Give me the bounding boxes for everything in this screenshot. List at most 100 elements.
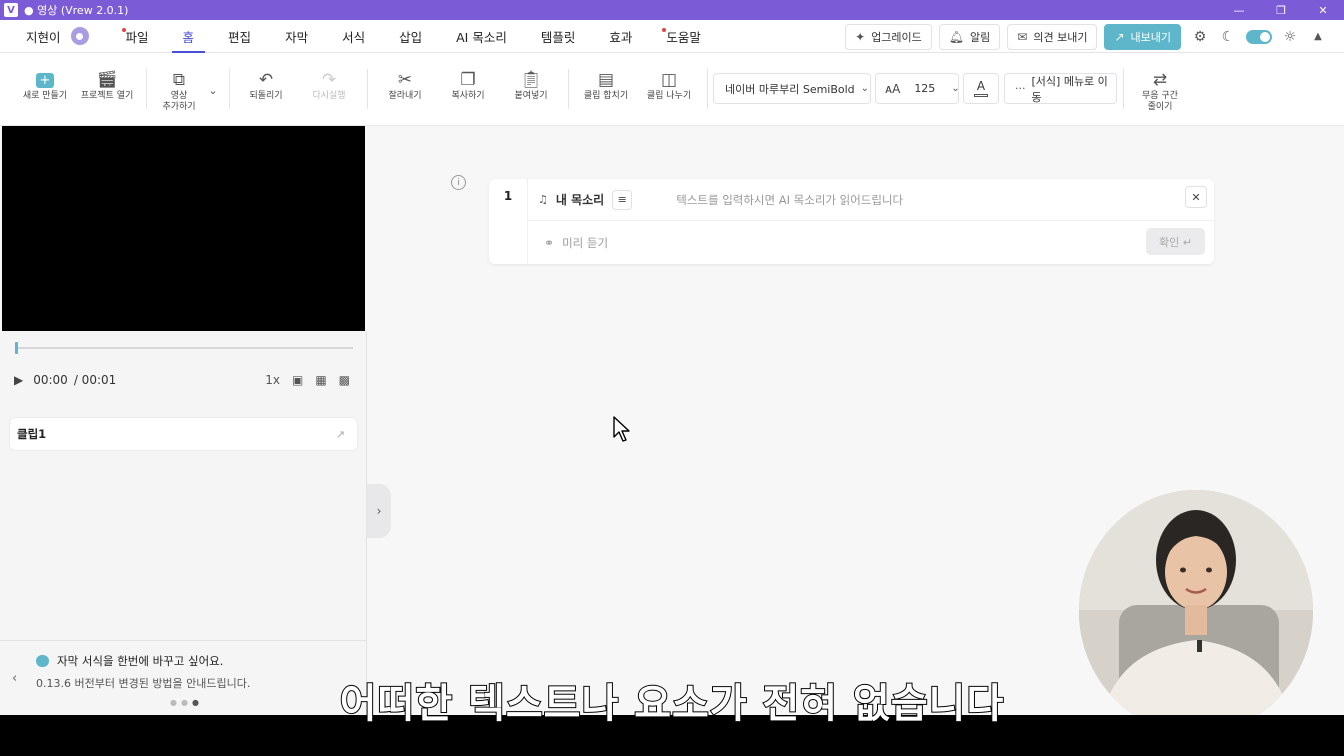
chevron-left-icon[interactable]: ‹ (12, 671, 17, 686)
voice-speaker-icon: ♫ (538, 193, 548, 206)
format-menu-label: [서식] 메뉴로 이동 (1031, 74, 1108, 104)
chat-bubble-icon (36, 655, 49, 667)
mouse-cursor-icon (613, 416, 630, 442)
export-icon: ↗ (1114, 29, 1125, 44)
toolbar-divider (367, 69, 368, 109)
menu-template[interactable]: 템플릿 (524, 20, 593, 53)
voice-settings-icon[interactable]: ≡ (612, 189, 633, 210)
chevron-down-icon: ⌄ (860, 83, 870, 94)
menu-effects[interactable]: 효과 (592, 20, 649, 53)
preview-label: 미리 듣기 (562, 235, 609, 250)
current-time: 00:00 (33, 373, 68, 387)
window-title-bar: V ● 영상 (Vrew 2.0.1) — ❐ ✕ (0, 0, 1344, 20)
tip-title: 자막 서식을 한번에 바꾸고 싶어요. (57, 654, 224, 668)
voice-text-input[interactable]: 텍스트를 입력하시면 AI 목소리가 읽어드립니다 (676, 192, 903, 208)
chevron-down-icon: ⌄ (951, 83, 960, 94)
total-time: / 00:01 (73, 373, 117, 387)
format-menu-button[interactable]: ··· [서식] 메뉴로 이동 (1004, 73, 1117, 104)
ai-voice-clip-card: 1 ♫ 내 목소리 ≡ 텍스트를 입력하시면 AI 목소리가 읽어드립니다 ✕ … (489, 179, 1214, 264)
open-external-icon[interactable]: ↗ (336, 428, 345, 441)
collapse-ribbon-icon[interactable]: ▲ (1306, 25, 1330, 49)
redo-button[interactable]: ↷ 다시실행 (298, 69, 360, 102)
avatar-icon (70, 27, 89, 45)
reduce-silence-button[interactable]: ⇄ 무음 구간 줄이기 (1129, 69, 1191, 113)
undo-label: 되돌리기 (249, 91, 283, 101)
clip-label: 클립1 (17, 427, 47, 441)
cut-button[interactable]: ✂ 잘라내기 (374, 69, 436, 102)
new-project-icon: + (36, 69, 54, 91)
menu-help[interactable]: 도움말 (649, 20, 718, 53)
info-icon[interactable]: i (451, 175, 466, 190)
menu-file[interactable]: 파일 (109, 20, 166, 53)
chevron-down-icon: ⌄ (208, 83, 218, 97)
upgrade-button[interactable]: ✦ 업그레이드 (845, 23, 932, 50)
minimize-button[interactable]: — (1218, 0, 1260, 20)
subtitle-toggle-icon[interactable]: ▩ (339, 373, 350, 387)
maximize-button[interactable]: ❐ (1260, 0, 1302, 20)
webcam-overlay (1079, 490, 1313, 733)
tip-body[interactable]: 0.13.6 버전부터 변경된 방법을 안내드립니다. (36, 675, 250, 691)
grid-icon[interactable]: ▦ (315, 373, 326, 387)
voice-selector[interactable]: ♫ 내 목소리 (538, 191, 604, 208)
menu-home[interactable]: 홈 (166, 20, 212, 53)
confirm-button[interactable]: 확인 ↵ (1146, 228, 1205, 255)
notification-dot (121, 27, 126, 32)
clip-index: 1 (489, 179, 528, 264)
play-icon[interactable]: ▶ (14, 373, 23, 387)
menu-ai-voice[interactable]: AI 목소리 (439, 20, 524, 53)
add-video-dropdown[interactable]: ⌄ (196, 79, 230, 101)
menu-home-label: 홈 (182, 29, 195, 45)
menu-insert[interactable]: 삽입 (382, 20, 439, 53)
new-project-button[interactable]: + 새로 만들기 (14, 69, 76, 102)
notifications-button[interactable]: 🔔︎ 알림 (938, 23, 1001, 50)
settings-gear-icon[interactable]: ⚙ (1188, 25, 1212, 49)
copy-label: 복사하기 (451, 91, 485, 101)
expand-panel-button[interactable]: › (367, 484, 391, 538)
user-name: 지현이 (26, 29, 61, 45)
export-button[interactable]: ↗ 내보내기 (1104, 23, 1181, 50)
voice-name: 내 목소리 (555, 193, 605, 207)
headphones-icon: ⚭ (544, 235, 555, 250)
clip-list-item[interactable]: 클립1 ↗ (9, 417, 358, 451)
open-project-button[interactable]: 🎬︎ 프로젝트 열기 (76, 69, 138, 102)
carousel-dots: ●●● (170, 698, 203, 707)
font-size-select[interactable]: ᴀA 125 ⌄ (875, 73, 960, 104)
ribbon-toolbar: + 새로 만들기 🎬︎ 프로젝트 열기 ⧉ 영상 추가하기 ⌄ ↶ 되돌리기 ↷… (0, 53, 1344, 126)
seek-bar[interactable] (16, 347, 353, 349)
undo-button[interactable]: ↶ 되돌리기 (235, 69, 297, 102)
font-color-button[interactable]: A (963, 73, 999, 104)
font-size-value: 125 (914, 82, 936, 95)
feedback-button[interactable]: ✉ 의견 보내기 (1007, 23, 1098, 50)
sparkle-icon: ✦ (855, 29, 866, 44)
preview-listen-button[interactable]: ⚭ 미리 듣기 (544, 235, 608, 251)
video-preview[interactable] (2, 126, 365, 331)
playback-controls: ▶ 00:00 / 00:01 1x ▣ ▦ ▩ (14, 370, 354, 390)
close-window-button[interactable]: ✕ (1302, 0, 1344, 20)
split-clip-button[interactable]: ◫ 클립 나누기 (638, 69, 700, 102)
redo-icon: ↷ (321, 69, 337, 90)
font-select[interactable]: 네이버 마루부리 SemiBold ⌄ (713, 73, 871, 104)
copy-button[interactable]: ❐ 복사하기 (437, 69, 499, 102)
paste-button[interactable]: 📋︎ 붙여넣기 (500, 69, 562, 102)
menu-format[interactable]: 서식 (325, 20, 382, 53)
menu-effects-label: 효과 (609, 29, 633, 45)
close-icon[interactable]: ✕ (1185, 186, 1207, 208)
theme-toggle[interactable] (1246, 29, 1272, 44)
user-account[interactable]: 지현이 (26, 27, 89, 46)
menu-subtitle-label: 자막 (285, 29, 309, 45)
merge-icon: ▤ (597, 69, 615, 90)
copy-icon: ❐ (460, 69, 476, 90)
font-size-icon: ᴀA (885, 81, 901, 96)
seek-handle[interactable] (15, 342, 18, 354)
merge-clips-button[interactable]: ▤ 클립 합치기 (575, 69, 637, 102)
menu-bar: 지현이 파일 홈 편집 자막 서식 삽입 AI 목소리 템플릿 효과 도움말 ✦… (0, 20, 1344, 53)
menu-subtitle[interactable]: 자막 (268, 20, 325, 53)
menu-edit[interactable]: 편집 (211, 20, 268, 53)
window-title: ● 영상 (Vrew 2.0.1) (24, 4, 129, 17)
chevron-right-icon: › (376, 504, 382, 518)
screenshot-icon[interactable]: ▣ (292, 373, 303, 387)
menu-file-label: 파일 (125, 29, 149, 45)
playback-speed-button[interactable]: 1x (265, 373, 280, 387)
split-clip-label: 클립 나누기 (646, 91, 692, 101)
scissors-icon: ✂ (397, 69, 413, 90)
